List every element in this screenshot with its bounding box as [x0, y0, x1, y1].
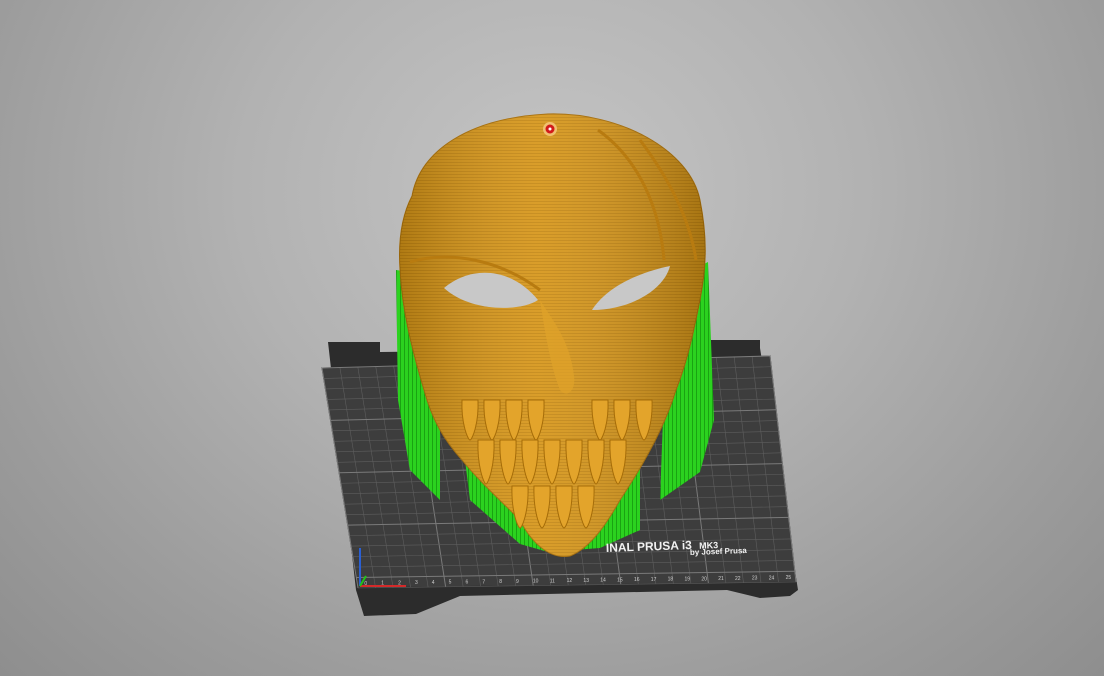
bed-tick-label: 4 — [432, 580, 435, 586]
bed-tick-label: 19 — [685, 577, 691, 583]
bed-tick-label: 20 — [701, 576, 707, 582]
scene-canvas[interactable]: 0 1 2 3 4 5 6 7 8 9 10 11 12 13 14 15 16 17 18 19 20 21 22 23 24… — [0, 0, 1104, 676]
3d-viewport[interactable]: 0 1 2 3 4 5 6 7 8 9 10 11 12 13 14 15 16 17 18 19 20 21 22 23 24… — [0, 0, 1104, 676]
bed-tick-label: 18 — [668, 577, 674, 583]
bed-tick-label: 13 — [583, 578, 589, 584]
bed-tick-label: 7 — [482, 579, 485, 585]
bed-tick-label: 10 — [533, 579, 539, 585]
seam-marker-center — [548, 127, 552, 131]
bed-tick-label: 5 — [449, 580, 452, 586]
bed-tick-label: 12 — [567, 578, 573, 584]
bed-tick-label: 9 — [516, 579, 519, 585]
bed-tick-label: 8 — [499, 579, 502, 585]
bed-tick-label: 11 — [550, 578, 555, 584]
bed-tick-label: 23 — [752, 576, 758, 582]
bed-tick-label: 14 — [600, 578, 606, 584]
bed-tick-label: 25 — [786, 575, 792, 581]
bed-tick-label: 21 — [718, 576, 724, 582]
bed-tick-label: 24 — [769, 575, 775, 581]
bed-tick-label: 17 — [651, 577, 657, 583]
bed-tick-label: 16 — [634, 577, 640, 583]
bed-tick-label: 22 — [735, 576, 741, 582]
bed-tick-label: 15 — [617, 577, 623, 583]
bed-tick-label: 3 — [415, 580, 418, 586]
bed-tick-label: 6 — [466, 580, 469, 586]
